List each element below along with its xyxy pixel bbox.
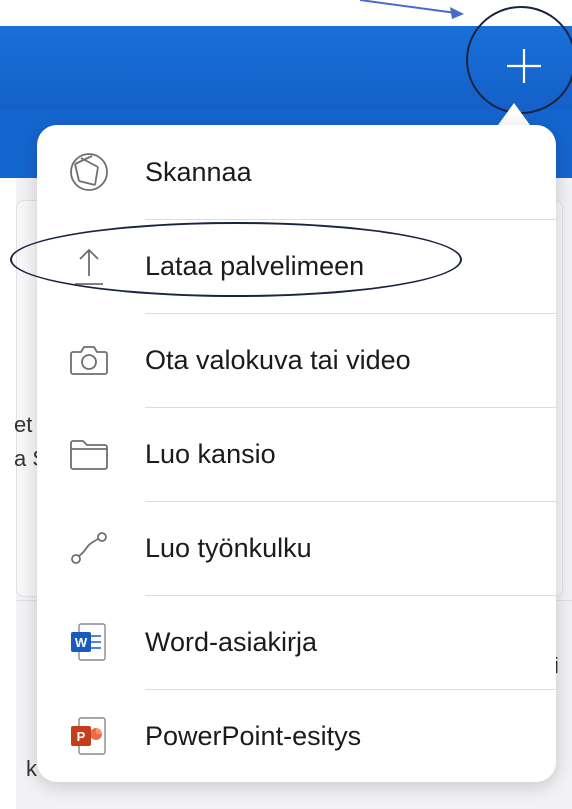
status-area	[0, 0, 572, 26]
menu-item-label: Word-asiakirja	[145, 626, 318, 657]
left-edge	[0, 178, 16, 809]
menu-item-label: Ota valokuva tai video	[145, 344, 411, 375]
camera-icon	[65, 336, 113, 384]
svg-text:P: P	[77, 729, 86, 744]
popover-caret	[498, 103, 530, 125]
plus-icon	[507, 49, 541, 83]
menu-item-workflow[interactable]: Luo työnkulku	[37, 501, 556, 595]
folder-icon	[65, 430, 113, 478]
background-text-fragment: k	[26, 756, 37, 781]
menu-item-powerpoint[interactable]: P PowerPoint-esitys	[37, 689, 556, 782]
menu-item-camera[interactable]: Ota valokuva tai video	[37, 313, 556, 407]
upload-icon	[65, 242, 113, 290]
menu-item-upload[interactable]: Lataa palvelimeen	[37, 219, 556, 313]
add-button[interactable]	[498, 40, 550, 92]
add-menu: Skannaa Lataa palvelimeen Ota valokuva t…	[37, 125, 556, 782]
powerpoint-icon: P	[65, 712, 113, 760]
menu-item-word[interactable]: W Word-asiakirja	[37, 595, 556, 689]
menu-item-label: Luo kansio	[145, 438, 276, 469]
menu-item-label: Luo työnkulku	[145, 532, 312, 563]
background-text-fragment: et	[14, 412, 33, 437]
menu-item-folder[interactable]: Luo kansio	[37, 407, 556, 501]
menu-item-label: PowerPoint-esitys	[145, 720, 362, 751]
workflow-icon	[65, 524, 113, 572]
scan-icon	[65, 148, 113, 196]
menu-item-label: Skannaa	[145, 156, 252, 187]
menu-item-label: Lataa palvelimeen	[145, 250, 365, 281]
svg-text:W: W	[75, 635, 88, 650]
word-icon: W	[65, 618, 113, 666]
app-header	[0, 26, 572, 110]
menu-item-scan[interactable]: Skannaa	[37, 125, 556, 219]
